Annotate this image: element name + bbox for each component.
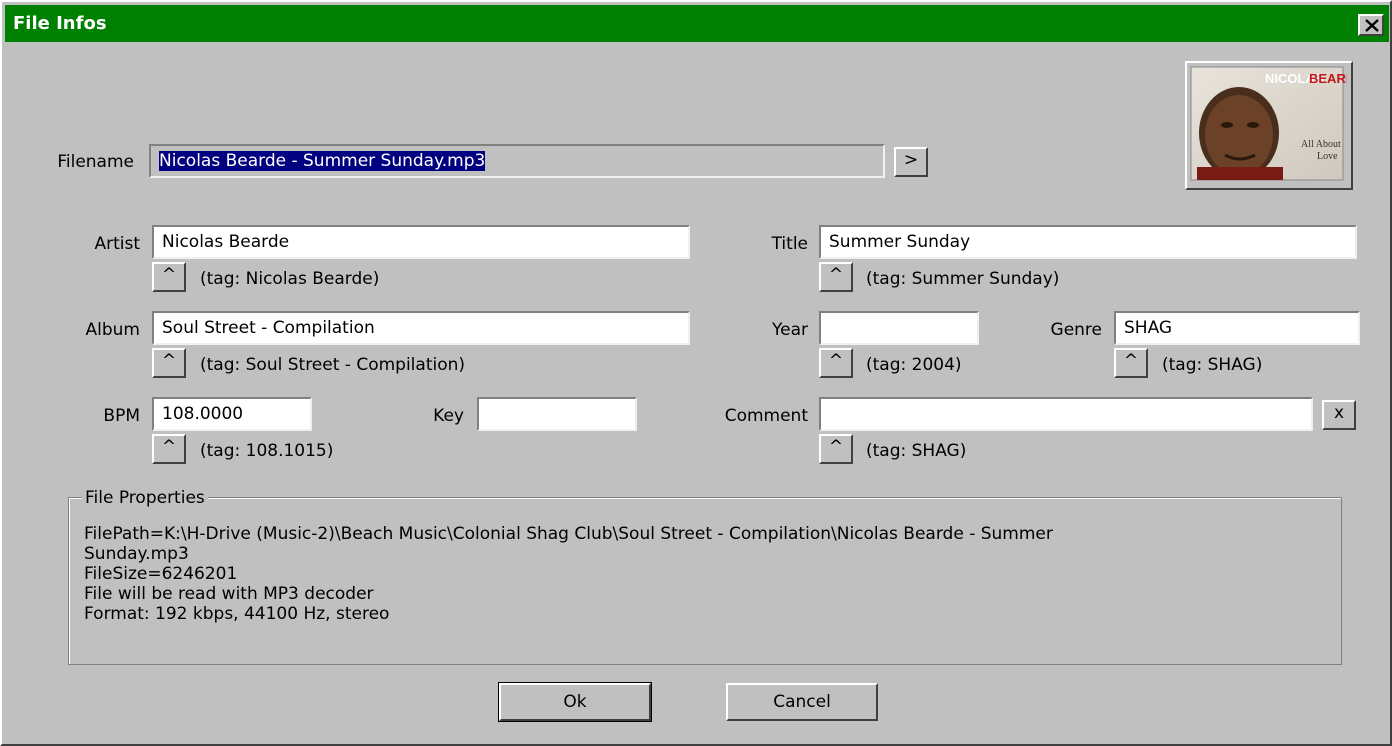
comment-tag-value: (tag: SHAG) [866,441,967,461]
album-cover-button[interactable]: NICOLAS BEARDE All About Love [1185,61,1364,190]
album-tag-value: (tag: Soul Street - Compilation) [200,355,466,375]
title-bar[interactable]: File Infos [5,5,1389,42]
property-line: Format: 192 kbps, 44100 Hz, stereo [84,604,390,624]
bpm-tag-value: (tag: 108.1015) [200,441,334,461]
key-label: Key [433,406,464,426]
artist-tag-value: (tag: Nicolas Bearde) [200,269,380,289]
file-infos-dialog: File Infos NICOLAS BEAR All About Love F… [0,0,1392,746]
cancel-button[interactable]: Cancel [726,683,878,721]
close-button[interactable] [1358,14,1384,36]
artist-label: Artist [94,234,140,254]
bpm-input[interactable]: 108.0000 [152,397,312,431]
property-line: FileSize=6246201 [84,564,238,584]
artist-copy-tag-button[interactable]: ^ [152,262,186,292]
year-tag-value: (tag: 2004) [866,355,962,375]
year-input[interactable] [819,311,979,345]
title-copy-tag-button[interactable]: ^ [819,262,853,292]
title-label: Title [771,234,808,254]
comment-input[interactable] [819,397,1313,431]
window-title: File Infos [13,13,107,34]
property-line: Sunday.mp3 [84,544,189,564]
bpm-label: BPM [103,406,140,426]
album-input[interactable]: Soul Street - Compilation [152,311,690,345]
genre-input[interactable]: SHAG [1114,311,1360,345]
genre-copy-tag-button[interactable]: ^ [1114,348,1148,378]
comment-label: Comment [724,406,808,426]
filename-browse-button[interactable]: > [894,147,928,177]
filename-value: Nicolas Bearde - Summer Sunday.mp3 [159,151,486,171]
filename-label: Filename [57,152,134,172]
file-properties-text: FilePath=K:\H-Drive (Music-2)\Beach Musi… [84,524,1324,624]
genre-label: Genre [1050,320,1102,340]
title-input[interactable]: Summer Sunday [819,225,1357,259]
ok-button[interactable]: Ok [498,682,652,722]
bpm-copy-tag-button[interactable]: ^ [152,434,186,464]
property-line: FilePath=K:\H-Drive (Music-2)\Beach Musi… [84,524,1053,544]
album-label: Album [85,320,140,340]
cover-artist-last: BEARDE [1309,71,1347,86]
year-label: Year [772,320,808,340]
filename-field[interactable]: Nicolas Bearde - Summer Sunday.mp3 [149,144,885,178]
album-copy-tag-button[interactable]: ^ [152,348,186,378]
property-line: File will be read with MP3 decoder [84,584,374,604]
genre-tag-value: (tag: SHAG) [1162,355,1263,375]
file-properties-title: File Properties [82,488,208,508]
close-icon [1365,19,1379,32]
album-cover-image: NICOLAS BEARDE All About Love [1190,66,1364,181]
comment-clear-button[interactable]: x [1322,400,1356,430]
comment-copy-tag-button[interactable]: ^ [819,434,853,464]
artist-input[interactable]: Nicolas Bearde [152,225,690,259]
title-tag-value: (tag: Summer Sunday) [866,269,1060,289]
cover-caption-2: Love [1317,151,1338,162]
key-input[interactable] [477,397,637,431]
year-copy-tag-button[interactable]: ^ [819,348,853,378]
cover-caption-1: All About [1301,139,1341,150]
